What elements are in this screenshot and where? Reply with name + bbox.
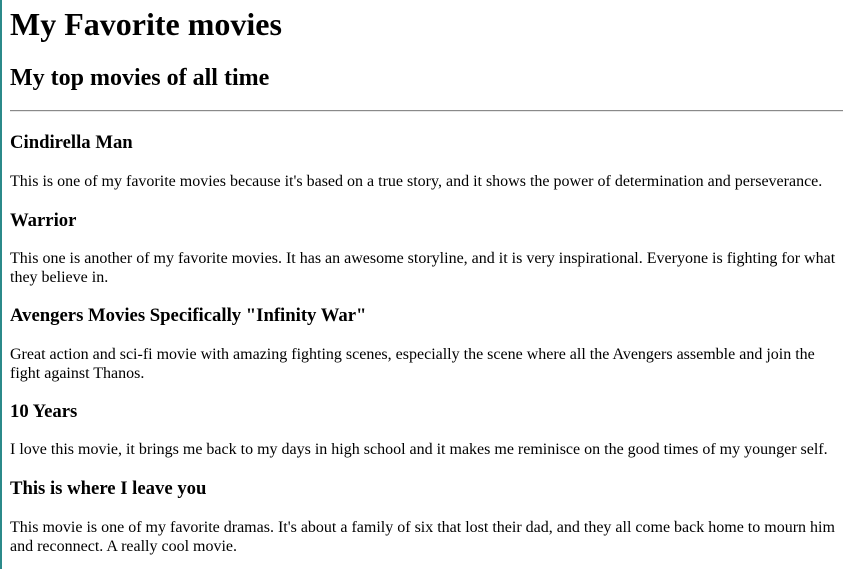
movie-title-warrior: Warrior	[10, 210, 77, 231]
horizontal-rule	[10, 110, 843, 112]
movie-description-avengers: Great action and sci-fi movie with amazi…	[10, 346, 815, 382]
movie-description-warrior: This one is another of my favorite movie…	[10, 250, 836, 286]
page-title: My Favorite movies	[10, 6, 282, 42]
movie-title-cinderella-man: Cindirella Man	[10, 132, 133, 153]
movie-description-10-years: I love this movie, it brings me back to …	[10, 441, 828, 458]
movie-description-cinderella-man: This is one of my favorite movies becaus…	[10, 173, 823, 190]
movie-title-10-years: 10 Years	[10, 401, 78, 422]
movie-description-this-is-where-i-leave-you: This movie is one of my favorite dramas.…	[10, 519, 835, 555]
window-left-edge	[0, 0, 2, 569]
movie-title-avengers: Avengers Movies Specifically "Infinity W…	[10, 305, 367, 326]
page-subtitle: My top movies of all time	[10, 65, 270, 91]
movie-title-this-is-where-i-leave-you: This is where I leave you	[10, 478, 207, 499]
